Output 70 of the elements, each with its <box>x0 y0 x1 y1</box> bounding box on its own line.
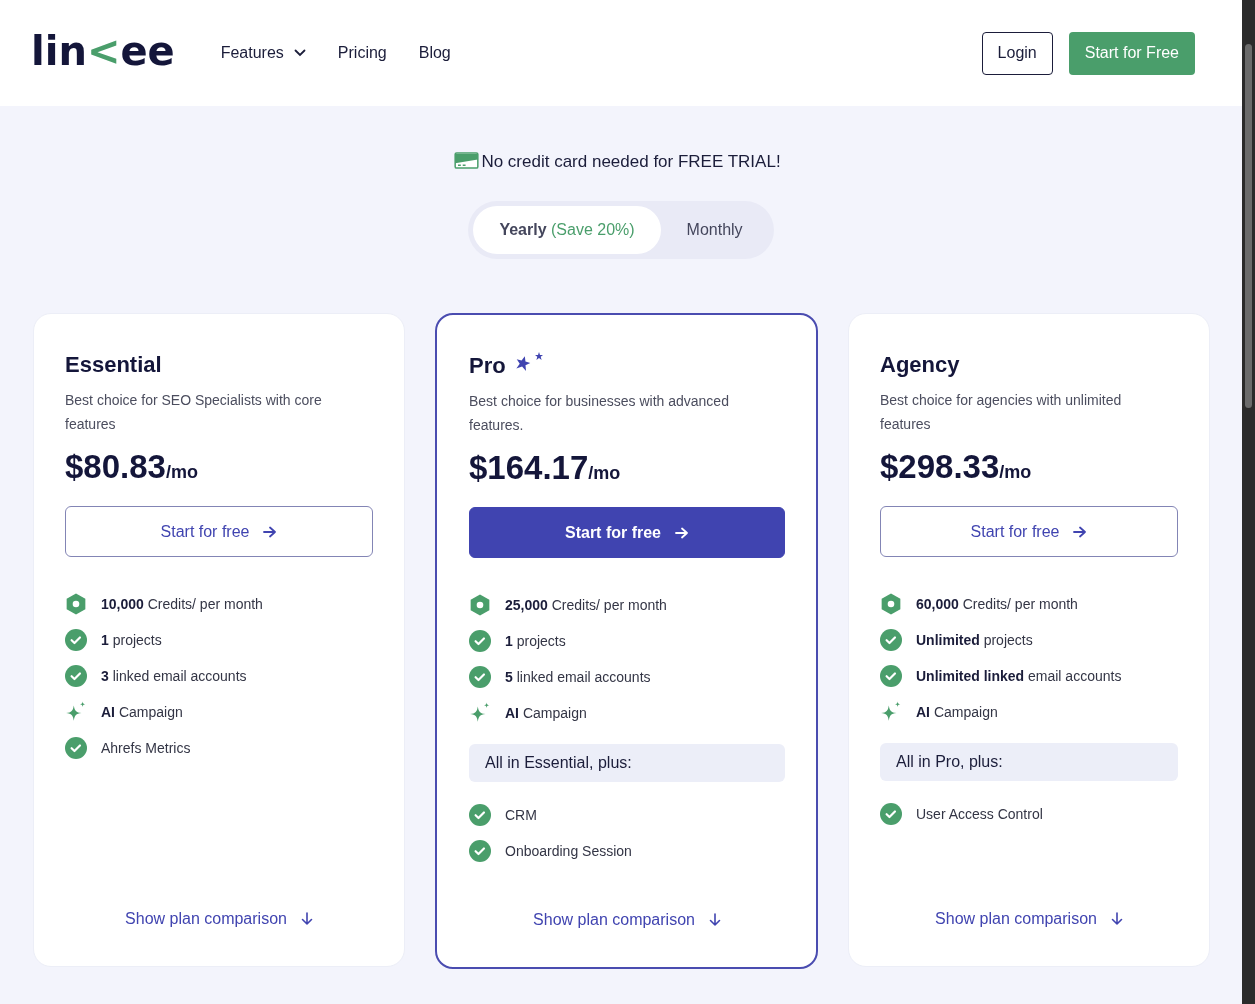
feature-text: Unlimited linked email accounts <box>916 668 1122 684</box>
notice-text: No credit card needed for FREE TRIAL! <box>481 152 781 172</box>
sparkle-icon <box>469 702 491 724</box>
plan-name: Pro <box>469 353 506 379</box>
credit-card-icon <box>454 151 480 169</box>
feature-text: Unlimited projects <box>916 632 1033 648</box>
plan-name: Agency <box>880 352 960 378</box>
billing-option[interactable]: Yearly (Save 20%) <box>473 206 661 254</box>
check-icon <box>469 630 491 652</box>
sparkle-icon <box>65 701 87 723</box>
nav-link[interactable]: Blog <box>418 44 451 62</box>
check-icon <box>469 804 491 826</box>
arrow-right-icon <box>1073 525 1088 538</box>
price-unit: /mo <box>588 463 621 484</box>
logo[interactable]: lin<ee <box>31 28 175 74</box>
start-free-button[interactable]: Start for free <box>880 506 1178 557</box>
feature-text: 10,000 Credits/ per month <box>101 596 263 612</box>
plan-description: Best choice for businesses with advanced features. <box>469 392 730 435</box>
feature-text: 1 projects <box>505 633 566 649</box>
feature-text: AI Campaign <box>916 704 998 720</box>
price-unit: /mo <box>999 462 1032 483</box>
nav-link[interactable]: Features <box>220 44 306 62</box>
check-icon <box>65 737 87 759</box>
check-icon <box>65 665 87 687</box>
price: $298.33 <box>880 448 1000 486</box>
feature-text: CRM <box>505 807 537 823</box>
check-icon <box>880 803 902 825</box>
arrow-down-icon <box>708 913 721 927</box>
check-icon <box>880 665 902 687</box>
billing-option[interactable]: Monthly <box>660 206 769 254</box>
scrollbar[interactable] <box>1242 0 1255 1004</box>
plan-comparison-link[interactable]: Show plan comparison <box>125 910 313 928</box>
feature-text: Onboarding Session <box>505 843 632 859</box>
hexagon-icon <box>65 593 87 615</box>
chevron-down-icon <box>293 49 306 57</box>
check-icon <box>469 840 491 862</box>
hexagon-icon <box>880 593 902 615</box>
feature-text: 1 projects <box>101 632 162 648</box>
feature-text: 60,000 Credits/ per month <box>916 596 1078 612</box>
price: $164.17 <box>469 449 589 487</box>
plan-comparison-link[interactable]: Show plan comparison <box>935 910 1123 928</box>
feature-text: Ahrefs Metrics <box>101 740 191 756</box>
check-icon <box>880 629 902 651</box>
feature-text: 3 linked email accounts <box>101 668 247 684</box>
start-free-button[interactable]: Start for free <box>65 506 373 557</box>
arrow-right-icon <box>675 526 689 539</box>
feature-text: User Access Control <box>916 806 1043 822</box>
extras-heading: All in Pro, plus: <box>880 743 1178 781</box>
login-button[interactable]: Login <box>981 31 1053 75</box>
feature-text: AI Campaign <box>101 704 183 720</box>
arrow-down-icon <box>300 912 313 926</box>
feature-text: AI Campaign <box>505 705 587 721</box>
scrollbar-thumb[interactable] <box>1245 44 1252 408</box>
nav-link[interactable]: Pricing <box>337 44 387 62</box>
arrow-right-icon <box>263 525 278 538</box>
plan-name: Essential <box>65 352 162 378</box>
feature-text: 5 linked email accounts <box>505 669 651 685</box>
sparkle-icon <box>880 701 902 723</box>
price: $80.83 <box>65 448 166 486</box>
extras-heading: All in Essential, plus: <box>469 744 785 782</box>
check-icon <box>469 666 491 688</box>
check-icon <box>65 629 87 651</box>
plan-comparison-link[interactable]: Show plan comparison <box>533 911 721 929</box>
plan-description: Best choice for SEO Specialists with core features <box>65 391 323 434</box>
start-free-button[interactable]: Start for free <box>469 507 785 558</box>
feature-text: 25,000 Credits/ per month <box>505 597 667 613</box>
arrow-down-icon <box>1110 912 1123 926</box>
hexagon-icon <box>469 594 491 616</box>
plan-description: Best choice for agencies with unlimited features <box>880 391 1123 434</box>
price-unit: /mo <box>165 462 198 483</box>
